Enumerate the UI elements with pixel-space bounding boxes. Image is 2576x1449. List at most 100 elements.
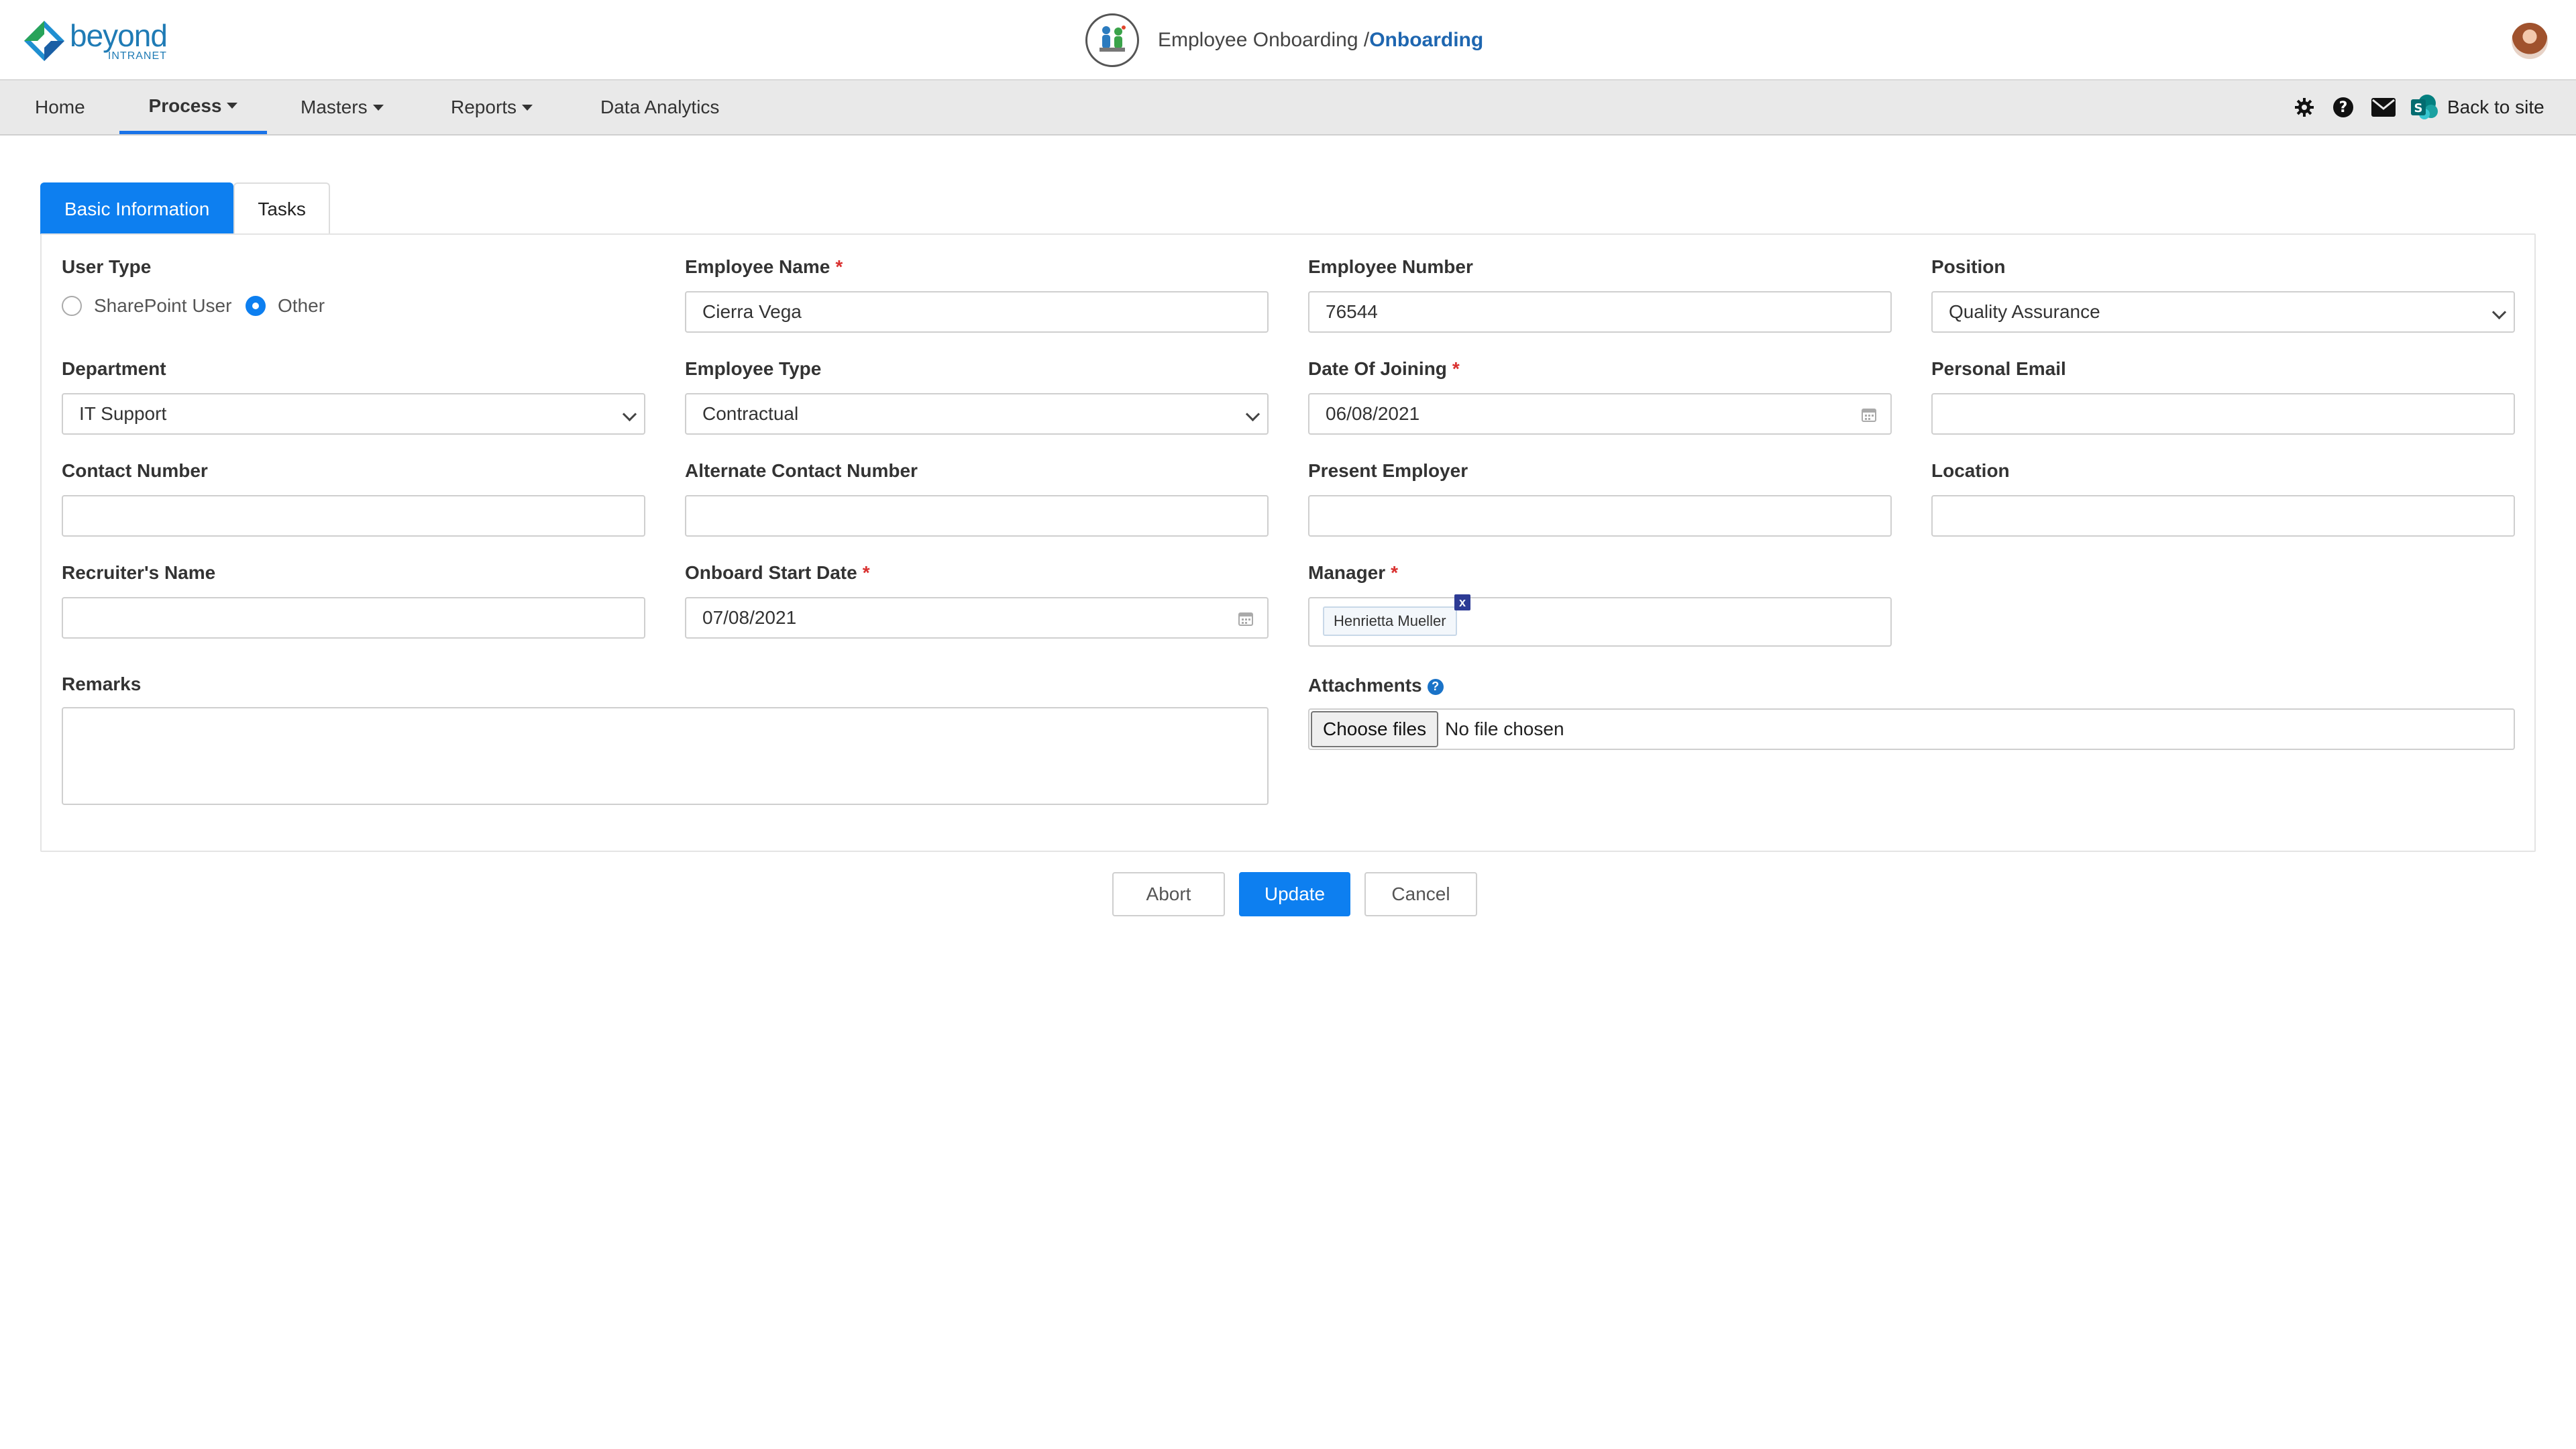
alternate-contact-input[interactable]: [685, 495, 1269, 537]
nav-reports[interactable]: Reports: [451, 80, 533, 134]
choose-files-button[interactable]: Choose files: [1311, 711, 1439, 747]
brand-sub: INTRANET: [107, 50, 167, 62]
attachments-label-text: Attachments: [1308, 675, 1422, 696]
breadcrumb-onboarding[interactable]: Onboarding: [1369, 29, 1483, 51]
required-mark: *: [862, 562, 870, 583]
mail-icon[interactable]: [2371, 96, 2396, 119]
sharepoint-icon[interactable]: S: [2410, 95, 2439, 119]
employee-number-input[interactable]: 76544: [1308, 291, 1892, 333]
brand-name: beyond: [70, 18, 168, 53]
remarks-label: Remarks: [62, 674, 142, 694]
main-nav: Home Process Masters Reports Data Analyt…: [0, 80, 2576, 136]
app-title-area: Employee Onboarding /Onboarding: [1085, 12, 1483, 68]
back-to-site-link[interactable]: Back to site: [2447, 97, 2544, 118]
personal-email-label: Personal Email: [1931, 358, 2066, 379]
onboarding-logo-icon: [1085, 13, 1139, 67]
employee-name-value: Cierra Vega: [702, 301, 802, 322]
tab-tasks[interactable]: Tasks: [233, 182, 330, 235]
employee-name-label: Employee Name *: [685, 256, 843, 278]
position-select[interactable]: Quality Assurance: [1931, 291, 2515, 333]
employee-name-input[interactable]: Cierra Vega: [685, 291, 1269, 333]
manager-chip: Henrietta Mueller: [1323, 606, 1457, 636]
chevron-down-icon: [372, 104, 384, 111]
brand-logo[interactable]: beyond INTRANET: [23, 18, 168, 63]
cancel-button[interactable]: Cancel: [1364, 872, 1477, 916]
file-status-text: No file chosen: [1445, 718, 1564, 739]
nav-home-label: Home: [35, 97, 85, 117]
radio-other-label: Other: [278, 295, 325, 316]
nav-right-tools: ? S Back to site: [2293, 80, 2544, 134]
location-input[interactable]: [1931, 495, 2515, 537]
recruiter-name-input[interactable]: [62, 597, 645, 639]
department-value: IT Support: [79, 403, 167, 424]
question-circle-icon[interactable]: ?: [1427, 678, 1444, 695]
nav-data-analytics-label: Data Analytics: [600, 97, 720, 117]
radio-sharepoint-user-label: SharePoint User: [94, 295, 232, 316]
nav-data-analytics[interactable]: Data Analytics: [600, 80, 719, 134]
app-header: beyond INTRANET Employee Onboarding /Onb…: [0, 0, 2576, 80]
calendar-icon[interactable]: [1238, 610, 1254, 627]
position-label: Position: [1931, 256, 2006, 277]
date-of-joining-label-text: Date Of Joining: [1308, 358, 1447, 379]
location-label: Location: [1931, 460, 2010, 481]
onboard-start-date-input[interactable]: 07/08/2021: [685, 597, 1269, 639]
remove-manager-icon[interactable]: x: [1454, 594, 1470, 610]
update-button[interactable]: Update: [1239, 872, 1350, 916]
onboard-start-date-label-text: Onboard Start Date: [685, 562, 857, 583]
beyond-logo-icon: [23, 19, 66, 62]
required-mark: *: [835, 256, 843, 277]
nav-reports-label: Reports: [451, 97, 517, 117]
radio-dot-selected: [246, 296, 266, 316]
date-of-joining-input[interactable]: 06/08/2021: [1308, 393, 1892, 435]
svg-text:?: ?: [2339, 99, 2348, 116]
user-avatar[interactable]: [2512, 23, 2548, 59]
app-title-text: Employee Onboarding /: [1158, 29, 1370, 51]
required-mark: *: [1452, 358, 1460, 379]
onboard-start-date-label: Onboard Start Date *: [685, 562, 870, 584]
abort-button[interactable]: Abort: [1112, 872, 1225, 916]
employee-number-label: Employee Number: [1308, 256, 1473, 277]
chevron-down-icon: [227, 103, 238, 109]
attachments-file-input[interactable]: Choose files No file chosen: [1308, 708, 2515, 750]
manager-label-text: Manager: [1308, 562, 1386, 583]
department-select[interactable]: IT Support: [62, 393, 645, 435]
help-icon[interactable]: ?: [2332, 96, 2355, 119]
user-type-label: User Type: [62, 256, 152, 277]
employee-type-value: Contractual: [702, 403, 799, 424]
radio-sharepoint-user[interactable]: SharePoint User: [62, 295, 231, 317]
personal-email-input[interactable]: [1931, 393, 2515, 435]
department-label: Department: [62, 358, 166, 379]
date-of-joining-value: 06/08/2021: [1326, 403, 1420, 424]
gear-icon[interactable]: [2293, 96, 2316, 119]
employee-type-label: Employee Type: [685, 358, 822, 379]
present-employer-input[interactable]: [1308, 495, 1892, 537]
nav-process[interactable]: Process: [119, 80, 267, 134]
employee-number-value: 76544: [1326, 301, 1378, 322]
present-employer-label: Present Employer: [1308, 460, 1468, 481]
svg-text:S: S: [2414, 101, 2423, 115]
manager-label: Manager *: [1308, 562, 1398, 584]
app-title: Employee Onboarding /Onboarding: [1158, 29, 1483, 52]
chevron-down-icon: [522, 104, 533, 111]
tab-basic-information[interactable]: Basic Information: [40, 182, 234, 235]
nav-process-label: Process: [148, 95, 222, 116]
position-value: Quality Assurance: [1949, 301, 2100, 322]
required-mark: *: [1391, 562, 1399, 583]
nav-masters[interactable]: Masters: [301, 80, 384, 134]
nav-masters-label: Masters: [301, 97, 368, 117]
attachments-label: Attachments?: [1308, 675, 1444, 696]
employee-name-label-text: Employee Name: [685, 256, 830, 277]
form-tabs: Basic Information Tasks: [40, 182, 330, 235]
employee-type-select[interactable]: Contractual: [685, 393, 1269, 435]
remarks-textarea[interactable]: [62, 707, 1269, 805]
contact-number-label: Contact Number: [62, 460, 208, 481]
radio-other[interactable]: Other: [246, 295, 325, 317]
radio-dot: [62, 296, 82, 316]
recruiter-name-label: Recruiter's Name: [62, 562, 216, 583]
calendar-icon[interactable]: [1861, 407, 1877, 423]
nav-home[interactable]: Home: [35, 80, 85, 134]
date-of-joining-label: Date Of Joining *: [1308, 358, 1460, 380]
contact-number-input[interactable]: [62, 495, 645, 537]
onboard-start-date-value: 07/08/2021: [702, 607, 797, 628]
alternate-contact-label: Alternate Contact Number: [685, 460, 918, 481]
